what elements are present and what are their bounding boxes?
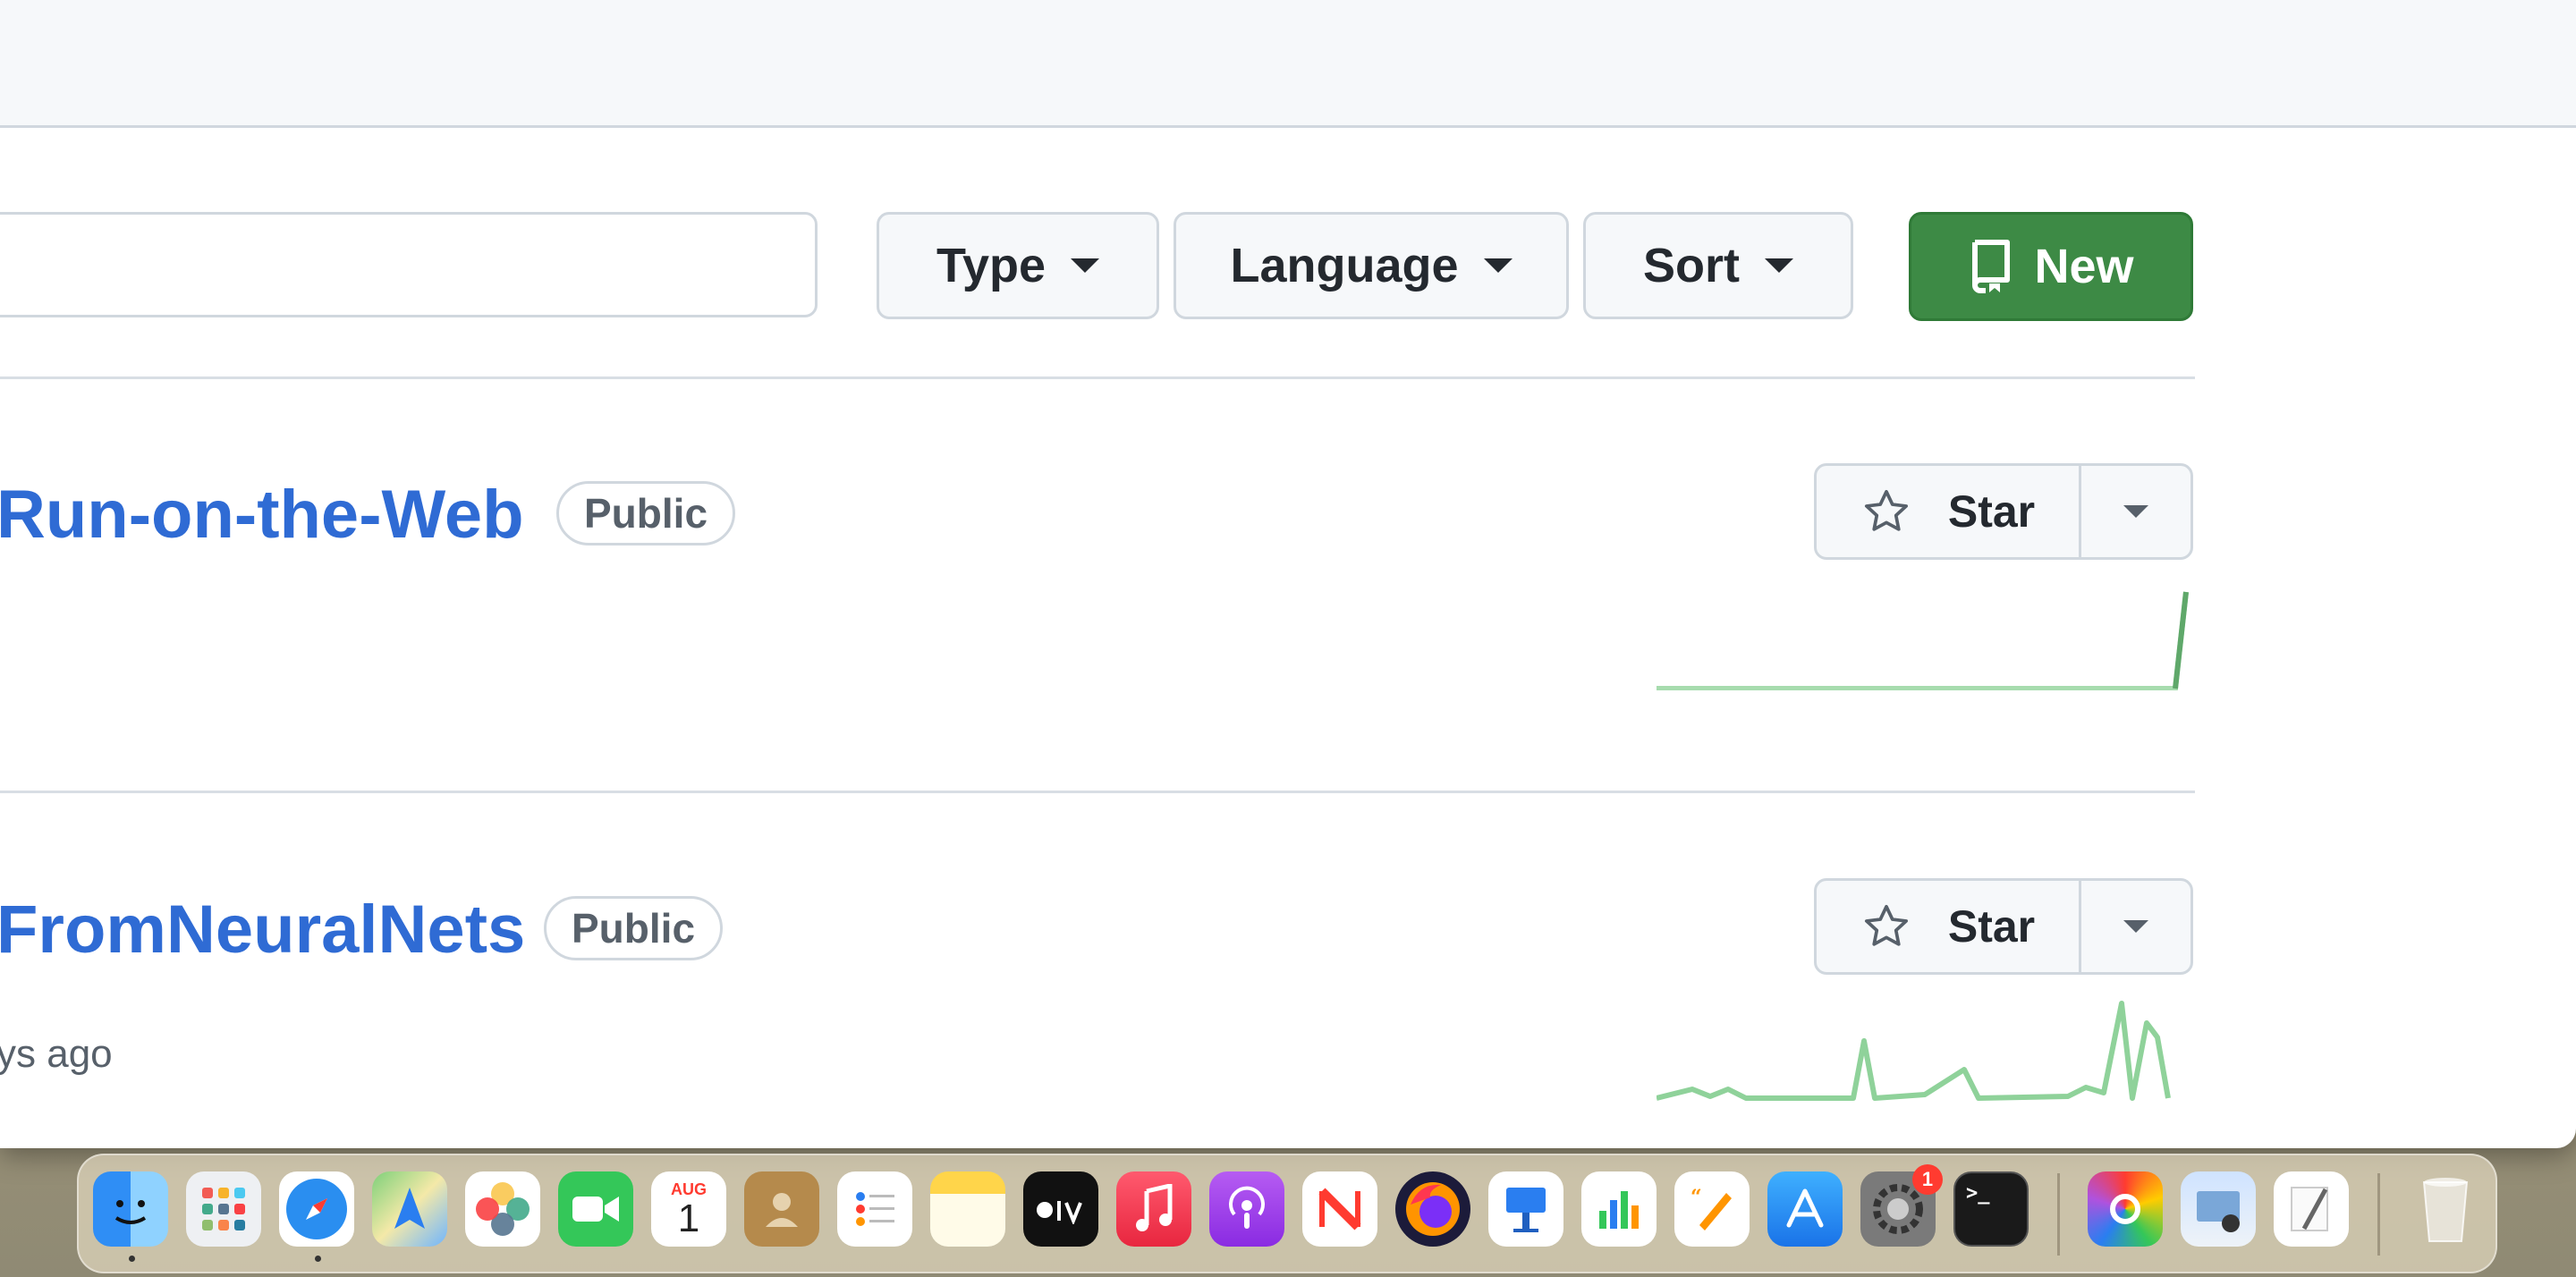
podcasts-icon[interactable] bbox=[1209, 1171, 1284, 1247]
running-indicator bbox=[315, 1256, 321, 1262]
star-list-dropdown[interactable] bbox=[2081, 466, 2190, 557]
type-filter-label: Type bbox=[936, 239, 1046, 292]
macos-dock: AUG 1 “ 1 >_ bbox=[77, 1154, 2497, 1273]
textedit-icon[interactable] bbox=[2274, 1171, 2349, 1247]
terminal-icon[interactable]: >_ bbox=[1953, 1171, 2029, 1247]
notification-badge: 1 bbox=[1912, 1164, 1943, 1195]
calendar-day: 1 bbox=[677, 1196, 700, 1240]
language-filter-label: Language bbox=[1230, 239, 1459, 292]
chevron-down-icon bbox=[2123, 505, 2148, 518]
repo-link[interactable]: FromNeuralNets bbox=[0, 891, 525, 968]
pages-icon[interactable]: “ bbox=[1674, 1171, 1750, 1247]
new-repo-label: New bbox=[2034, 240, 2134, 293]
browser-window: Type Language Sort New Run-on-the-Web Pu… bbox=[0, 0, 2576, 1148]
running-indicator bbox=[129, 1256, 135, 1262]
firefox-logo-icon bbox=[1406, 1182, 1460, 1236]
trash-icon[interactable] bbox=[2408, 1171, 2483, 1247]
contacts-icon[interactable] bbox=[744, 1171, 819, 1247]
page-header-bar bbox=[0, 0, 2576, 128]
maps-icon[interactable] bbox=[372, 1171, 447, 1247]
keynote-icon[interactable] bbox=[1488, 1171, 1563, 1247]
photos-flower-icon bbox=[476, 1182, 530, 1236]
video-camera-icon bbox=[572, 1197, 619, 1222]
svg-text:“: “ bbox=[1690, 1186, 1702, 1209]
visibility-badge: Public bbox=[556, 481, 736, 545]
repo-link[interactable]: Run-on-the-Web bbox=[0, 476, 524, 554]
sort-filter-button[interactable]: Sort bbox=[1583, 212, 1853, 319]
calendar-icon[interactable]: AUG 1 bbox=[651, 1171, 726, 1247]
language-filter-button[interactable]: Language bbox=[1174, 212, 1569, 319]
pen-icon: “ bbox=[1690, 1186, 1732, 1230]
firefox-icon[interactable] bbox=[1395, 1171, 1470, 1247]
terminal-prompt-icon: >_ bbox=[1966, 1182, 1990, 1205]
colorsync-icon[interactable] bbox=[2088, 1171, 2163, 1247]
star-button-group: Star bbox=[1814, 463, 2193, 560]
list-icon bbox=[856, 1192, 894, 1226]
notes-icon[interactable] bbox=[930, 1171, 1005, 1247]
repo-icon bbox=[1972, 240, 2011, 293]
star-button[interactable]: Star bbox=[1817, 881, 2081, 972]
pencil-paper-icon bbox=[2291, 1187, 2328, 1231]
app-store-a-icon bbox=[1786, 1188, 1824, 1228]
divider bbox=[0, 791, 2195, 793]
activity-sparkline bbox=[1657, 1001, 2171, 1101]
divider bbox=[0, 376, 2195, 379]
person-icon bbox=[766, 1193, 798, 1227]
bar-chart-icon bbox=[1599, 1191, 1639, 1229]
star-label: Star bbox=[1947, 486, 2036, 537]
app-store-icon[interactable] bbox=[1767, 1171, 1843, 1247]
chevron-down-icon bbox=[2123, 920, 2148, 933]
star-icon bbox=[1864, 489, 1908, 531]
podium-icon bbox=[1506, 1188, 1546, 1232]
star-icon bbox=[1864, 904, 1908, 946]
visibility-badge: Public bbox=[544, 896, 724, 960]
finder-face-icon bbox=[114, 1200, 147, 1224]
photo-stack-icon bbox=[2197, 1191, 2240, 1232]
chevron-down-icon bbox=[1071, 258, 1100, 273]
photos-icon[interactable] bbox=[465, 1171, 540, 1247]
launchpad-grid-icon bbox=[202, 1188, 245, 1230]
star-label: Star bbox=[1947, 901, 2036, 951]
apple-tv-icon[interactable] bbox=[1023, 1171, 1098, 1247]
updated-timestamp: ys ago bbox=[0, 1032, 113, 1076]
music-note-icon bbox=[1136, 1184, 1173, 1231]
star-button-group: Star bbox=[1814, 878, 2193, 975]
safari-icon[interactable] bbox=[279, 1171, 354, 1247]
chevron-down-icon bbox=[1483, 258, 1513, 273]
wrench-icon bbox=[2110, 1194, 2140, 1224]
chevron-down-icon bbox=[1765, 258, 1793, 273]
repo-search-input[interactable] bbox=[0, 212, 818, 317]
preview-icon[interactable] bbox=[2181, 1171, 2256, 1247]
star-list-dropdown[interactable] bbox=[2081, 881, 2190, 972]
finder-icon[interactable] bbox=[93, 1171, 168, 1247]
news-n-icon bbox=[1318, 1188, 1361, 1230]
podcast-waves-icon bbox=[1229, 1186, 1265, 1229]
star-button[interactable]: Star bbox=[1817, 466, 2081, 557]
music-icon[interactable] bbox=[1116, 1171, 1191, 1247]
compass-icon bbox=[286, 1179, 347, 1239]
type-filter-button[interactable]: Type bbox=[877, 212, 1159, 319]
tv-logo-icon bbox=[1037, 1201, 1082, 1224]
reminders-icon[interactable] bbox=[837, 1171, 912, 1247]
maps-arrow-icon bbox=[394, 1188, 425, 1229]
sort-filter-label: Sort bbox=[1643, 239, 1740, 292]
launchpad-icon[interactable] bbox=[186, 1171, 261, 1247]
news-icon[interactable] bbox=[1302, 1171, 1377, 1247]
activity-sparkline bbox=[1657, 591, 2189, 690]
facetime-icon[interactable] bbox=[558, 1171, 633, 1247]
trash-can-icon bbox=[2422, 1178, 2469, 1242]
dock-separator bbox=[2057, 1173, 2060, 1256]
numbers-icon[interactable] bbox=[1581, 1171, 1657, 1247]
dock-separator bbox=[2377, 1173, 2380, 1256]
new-repo-button[interactable]: New bbox=[1909, 212, 2193, 321]
